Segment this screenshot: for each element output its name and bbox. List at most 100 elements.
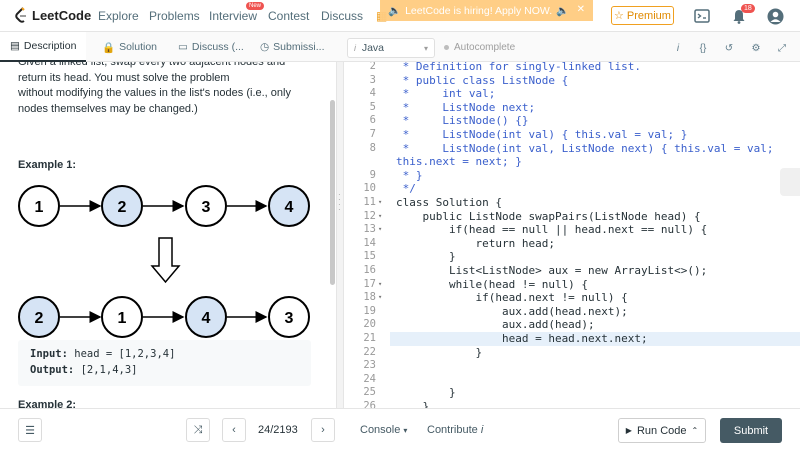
tab-solution[interactable]: 🔒 Solution <box>102 32 157 62</box>
top-navbar: LeetCode Explore Problems Interview New … <box>0 0 800 32</box>
contribute-label: Contribute <box>427 424 478 436</box>
tab-submissions[interactable]: ◷ Submissi... <box>260 32 325 62</box>
nav-problems[interactable]: Problems <box>149 9 200 23</box>
chevron-down-icon: ▾ <box>423 43 428 53</box>
code-line: while(head != null) { <box>396 277 589 291</box>
line-number: 21 <box>363 332 376 344</box>
language-select[interactable]: i Java ▾ <box>347 38 435 58</box>
premium-label: Premium <box>626 9 671 22</box>
linked-list-diagram: 1 2 3 4 2 1 4 3 <box>18 185 310 338</box>
code-line: * ListNode(int val, ListNode next) { thi… <box>396 141 774 155</box>
nav-discuss[interactable]: Discuss <box>321 9 363 23</box>
code-line: if(head.next != null) { <box>396 291 628 305</box>
leetcode-logo-icon <box>15 7 26 23</box>
reset-icon[interactable]: ↺ <box>721 40 737 56</box>
braces-icon[interactable]: {} <box>695 40 711 56</box>
megaphone-icon: 🔈 <box>388 5 402 17</box>
avatar[interactable] <box>766 7 784 25</box>
code-line: } <box>396 345 483 359</box>
code-line: */ <box>396 182 416 196</box>
contribute-button[interactable]: Contribute i <box>427 424 483 436</box>
tab-label: Solution <box>119 41 158 53</box>
fold-chevron-icon[interactable]: ▾ <box>378 225 382 233</box>
nav-interview[interactable]: Interview <box>209 9 257 23</box>
new-badge: New <box>246 2 265 10</box>
playground-icon[interactable] <box>693 7 711 25</box>
banner-text: LeetCode is hiring! Apply NOW. <box>405 4 553 17</box>
output-label: Output: <box>30 364 75 376</box>
chevron-left-icon: ‹ <box>232 424 236 436</box>
console-toggle[interactable]: Console ▾ <box>360 424 407 436</box>
statement-line: without modifying the values in the list… <box>18 87 291 99</box>
problem-list-button[interactable]: ☰ <box>18 418 42 442</box>
line-number: 15 <box>363 250 376 263</box>
list-before: 1 2 3 4 <box>18 185 310 227</box>
problem-pagination: 24/2193 <box>258 424 298 436</box>
tab-label: Submissi... <box>273 41 325 53</box>
line-number: 24 <box>363 372 376 385</box>
tab-description[interactable]: ▤ Description <box>0 32 86 62</box>
premium-button[interactable]: ☆ Premium <box>611 6 674 25</box>
submit-button[interactable]: Submit <box>720 418 782 443</box>
console-label: Console <box>360 424 401 436</box>
line-number: 13 <box>363 223 376 236</box>
info-icon[interactable]: i <box>670 40 686 56</box>
fold-chevron-icon[interactable]: ▾ <box>378 198 382 206</box>
next-problem-button[interactable]: › <box>311 418 335 442</box>
info-icon: i <box>354 43 356 53</box>
code-line: * } <box>396 168 423 182</box>
code-line: return head; <box>396 236 555 250</box>
code-line: List<ListNode> aux = new ArrayList<>(); <box>396 264 708 277</box>
hiring-banner[interactable]: 🔈 LeetCode is hiring! Apply NOW. 🔈 ✕ <box>380 0 593 21</box>
leetcode-logo[interactable]: LeetCode <box>14 7 91 23</box>
code-line: aux.add(head); <box>396 318 595 332</box>
panel-resizer[interactable]: · · · · <box>336 62 344 408</box>
line-number: 25 <box>363 386 376 399</box>
language-value: Java <box>361 42 385 54</box>
info-icon: i <box>480 424 484 436</box>
autocomplete-toggle[interactable]: Autocomplete <box>444 42 515 53</box>
line-number: 2 <box>369 62 376 72</box>
code-line: this.next = next; } <box>396 155 522 169</box>
line-number: 8 <box>369 141 376 154</box>
gear-icon[interactable]: ⚙ <box>748 40 764 56</box>
code-line: * ListNode(int val) { this.val = val; } <box>396 128 688 141</box>
discuss-icon: ▭ <box>178 41 188 53</box>
code-line: * Definition for singly-linked list. <box>396 62 642 73</box>
output-value: [2,1,4,3] <box>80 364 138 376</box>
side-panel-handle[interactable] <box>780 168 800 196</box>
code-line: * ListNode next; <box>396 100 536 114</box>
prev-problem-button[interactable]: ‹ <box>222 418 246 442</box>
shuffle-button[interactable]: ⤨ <box>186 418 210 442</box>
description-scrollbar[interactable] <box>330 100 335 285</box>
fullscreen-icon[interactable]: ⤢ <box>774 40 790 56</box>
node-value: 3 <box>202 199 211 216</box>
notification-count: 18 <box>741 4 755 13</box>
autocomplete-label: Autocomplete <box>454 42 516 53</box>
fold-chevron-icon[interactable]: ▾ <box>378 280 382 288</box>
tab-discuss[interactable]: ▭ Discuss (... <box>178 32 244 62</box>
code-line: aux.add(head.next); <box>396 304 628 318</box>
nav-explore[interactable]: Explore <box>98 9 139 23</box>
play-icon: ▶ <box>625 426 632 435</box>
fold-chevron-icon[interactable]: ▾ <box>378 212 382 220</box>
megaphone-icon: 🔈 <box>556 5 570 17</box>
run-code-button[interactable]: ▶ Run Code ⌃ <box>618 418 706 443</box>
line-number: 18 <box>363 291 376 304</box>
example-2-title: Example 2: <box>18 399 77 408</box>
code-editor[interactable]: 2 * Definition for singly-linked list. 3 … <box>345 62 800 408</box>
chevron-down-icon: ▾ <box>403 426 408 435</box>
star-icon: ☆ <box>614 10 624 22</box>
node-value: 3 <box>285 310 294 327</box>
line-number: 14 <box>363 236 376 249</box>
fold-chevron-icon[interactable]: ▾ <box>378 293 382 301</box>
statement-line: return its head. You must solve the prob… <box>18 71 230 84</box>
line-number: 17 <box>363 277 376 290</box>
close-icon[interactable]: ✕ <box>577 4 585 15</box>
code-line: public ListNode swapPairs(ListNode head)… <box>396 209 701 223</box>
line-number: 22 <box>363 345 376 358</box>
nav-contest[interactable]: Contest <box>268 9 309 23</box>
line-number: 26 <box>363 400 376 408</box>
code-line: * ListNode() {} <box>396 114 529 128</box>
down-arrow-icon <box>150 237 181 284</box>
